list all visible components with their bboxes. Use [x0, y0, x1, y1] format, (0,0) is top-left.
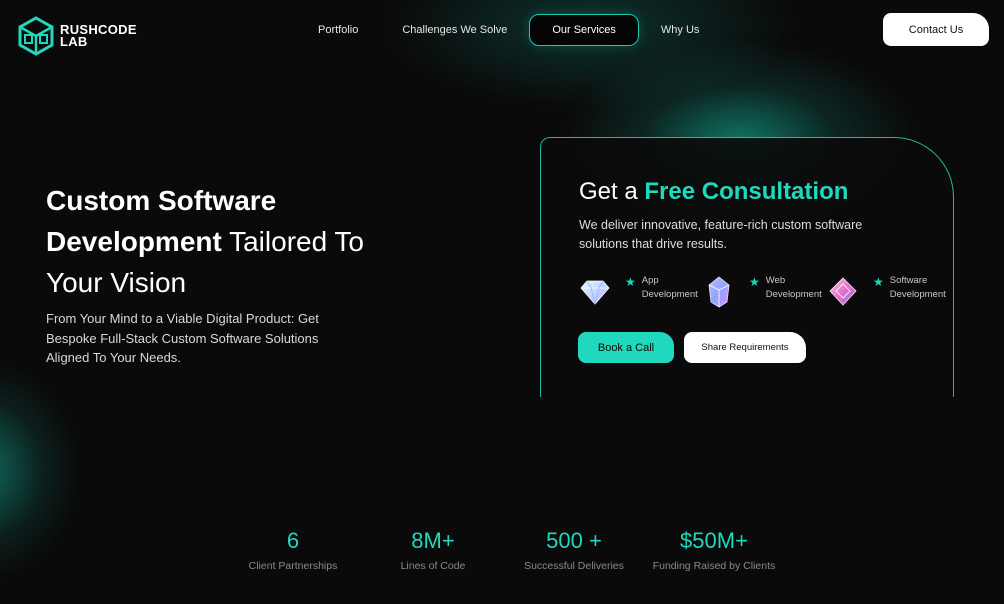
hero-title-bold-2: Development — [46, 226, 222, 257]
share-requirements-button[interactable]: Share Requirements — [684, 332, 806, 363]
stat-funding-raised: $50M+ Funding Raised by Clients — [644, 528, 784, 572]
stat-value: 8M+ — [411, 528, 455, 553]
consultation-title-plain: Get a — [579, 178, 645, 205]
stat-value: $50M+ — [680, 528, 748, 553]
service-label-line1: App — [641, 275, 659, 286]
service-label-line1: Web — [765, 275, 786, 286]
brand-name-line2: LAB — [60, 34, 88, 49]
contact-us-button[interactable]: Contact Us — [883, 13, 989, 46]
stat-value: 6 — [286, 528, 300, 553]
consultation-title: Get a Free Consultation — [579, 178, 848, 206]
consultation-card: Get a Free Consultation We deliver innov… — [540, 137, 954, 397]
nav-our-services[interactable]: Our Services — [529, 14, 639, 46]
stat-successful-deliveries: 500 + Successful Deliveries — [509, 528, 639, 572]
nav-why-us[interactable]: Why Us — [639, 14, 722, 46]
book-a-call-button[interactable]: Book a Call — [578, 332, 674, 363]
stat-label: Funding Raised by Clients — [652, 560, 776, 572]
consultation-description: We deliver innovative, feature-rich cust… — [579, 218, 863, 251]
star-icon: ★ — [873, 275, 884, 289]
service-list: ★ App Development ★ Web Development ★ So… — [577, 274, 946, 310]
star-icon: ★ — [749, 275, 760, 289]
star-icon: ★ — [625, 275, 636, 289]
service-label-line2: Development — [641, 289, 698, 300]
hero-title: Custom Software Development Tailored To … — [46, 180, 426, 303]
service-label: App Development — [642, 274, 698, 302]
stat-label: Successful Deliveries — [524, 560, 624, 572]
hero-title-rest-1: Tailored To — [221, 226, 365, 257]
service-web-development: ★ Web Development — [701, 274, 822, 310]
diamond-gem-icon — [580, 280, 610, 305]
hero-title-rest-2: Your Vision — [46, 267, 187, 298]
pink-gem-icon — [829, 277, 857, 306]
main-nav: Portfolio Challenges We Solve Our Servic… — [296, 14, 721, 46]
stat-client-partnerships: 6 Client Partnerships — [233, 528, 353, 572]
stat-lines-of-code: 8M+ Lines of Code — [373, 528, 493, 572]
service-label-line2: Development — [889, 289, 946, 300]
service-software-development: ★ Software Development — [825, 274, 946, 310]
consultation-title-accent: Free Consultation — [644, 178, 849, 205]
stat-label: Lines of Code — [400, 560, 466, 572]
service-label-line1: Software — [889, 275, 928, 286]
crystal-gem-icon — [708, 276, 730, 308]
hero-subtitle: From Your Mind to a Viable Digital Produ… — [46, 311, 319, 365]
brand-logo[interactable]: RUSHCODE LAB — [18, 16, 137, 56]
service-app-development: ★ App Development — [577, 274, 698, 310]
nav-portfolio[interactable]: Portfolio — [296, 14, 380, 46]
service-label-line2: Development — [765, 289, 822, 300]
service-label: Web Development — [766, 274, 822, 302]
service-label: Software Development — [890, 274, 946, 302]
brand-name: RUSHCODE LAB — [60, 23, 137, 49]
stat-label: Client Partnerships — [248, 560, 338, 572]
hero-title-bold-1: Custom Software — [46, 185, 277, 216]
nav-challenges[interactable]: Challenges We Solve — [380, 14, 529, 46]
stat-value: 500 + — [546, 528, 602, 553]
logo-cube-icon — [18, 16, 54, 56]
